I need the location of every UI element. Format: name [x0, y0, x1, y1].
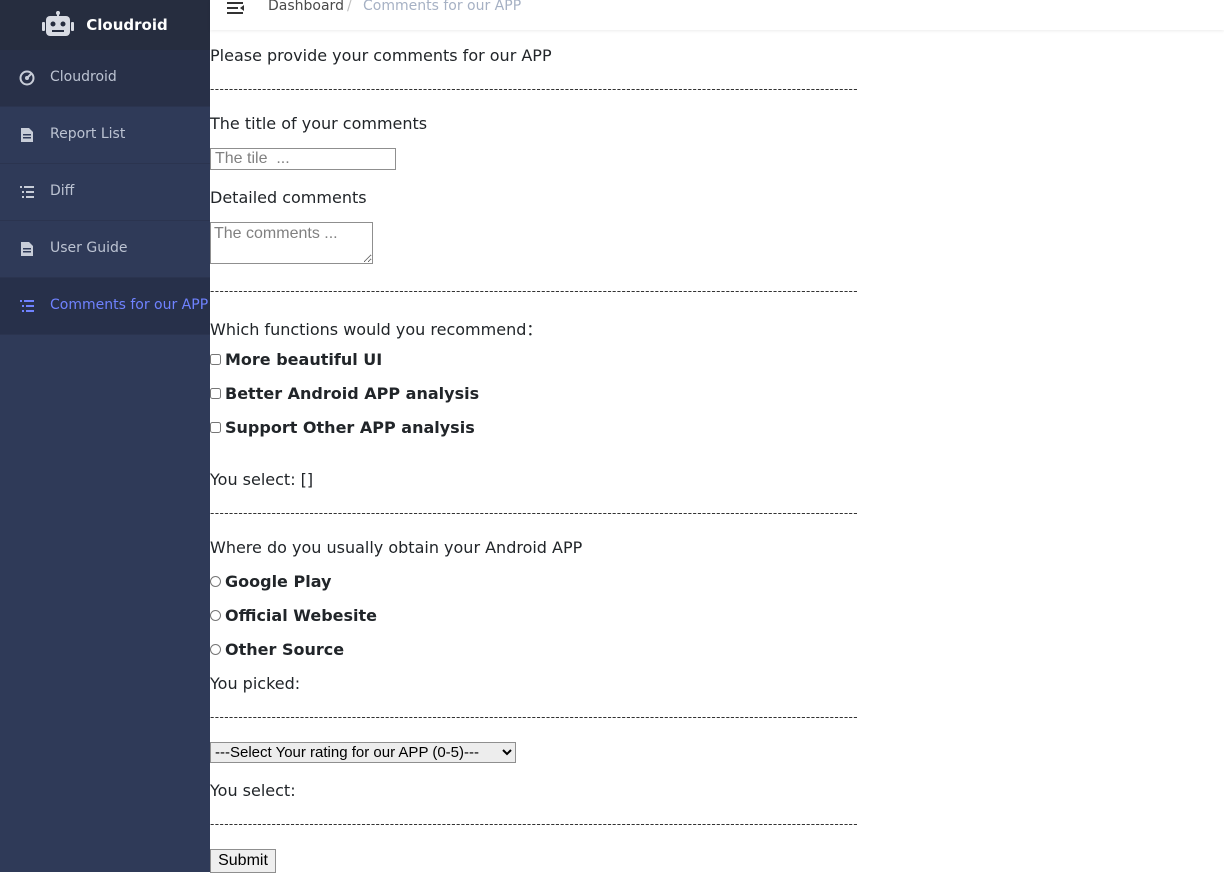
document-icon [21, 242, 33, 256]
function-option-ui[interactable]: More beautiful UI [210, 350, 382, 369]
source-option-other[interactable]: Other Source [210, 640, 344, 659]
sidebar-item-label: Report List [50, 126, 126, 142]
list-icon [20, 186, 34, 198]
sidebar-item-report-list[interactable]: Report List [0, 107, 210, 164]
divider: ----------------------------------------… [210, 710, 859, 724]
sidebar-item-label: User Guide [50, 240, 128, 256]
divider: ----------------------------------------… [210, 817, 859, 831]
dashboard-icon [19, 70, 35, 86]
function-checkbox[interactable] [210, 354, 221, 365]
rating-result: You select: [210, 781, 296, 800]
sidebar: Cloudroid Cloudroid Report List Diff Use… [0, 0, 210, 872]
function-checkbox[interactable] [210, 388, 221, 399]
source-radio[interactable] [210, 610, 221, 621]
source-result: You picked: [210, 674, 301, 693]
source-option-label: Google Play [225, 572, 332, 591]
divider: ----------------------------------------… [210, 82, 859, 96]
source-option-google-play[interactable]: Google Play [210, 572, 331, 591]
rating-select[interactable]: ---Select Your rating for our APP (0-5)-… [210, 742, 516, 763]
document-icon [21, 128, 33, 142]
comments-form: Please provide your comments for our APP… [210, 0, 1210, 873]
sidebar-item-label: Cloudroid [50, 69, 117, 85]
brand-name: Cloudroid [86, 16, 168, 34]
functions-question: Which functions would you recommend： [210, 320, 543, 339]
comments-textarea[interactable] [210, 222, 373, 264]
source-option-label: Official Webesite [225, 606, 378, 625]
source-option-official-website[interactable]: Official Webesite [210, 606, 377, 625]
sidebar-item-diff[interactable]: Diff [0, 164, 210, 221]
source-radio[interactable] [210, 576, 221, 587]
function-option-other[interactable]: Support Other APP analysis [210, 418, 475, 437]
source-option-label: Other Source [225, 640, 345, 659]
divider: ----------------------------------------… [210, 506, 859, 520]
function-option-label: Better Android APP analysis [225, 384, 480, 403]
robot-icon [42, 11, 75, 36]
detail-label: Detailed comments [210, 188, 367, 207]
sidebar-item-user-guide[interactable]: User Guide [0, 221, 210, 278]
form-intro: Please provide your comments for our APP [210, 46, 552, 65]
brand[interactable]: Cloudroid [0, 0, 210, 50]
list-icon [20, 300, 34, 312]
source-question: Where do you usually obtain your Android… [210, 538, 583, 557]
function-option-android[interactable]: Better Android APP analysis [210, 384, 479, 403]
function-option-label: Support Other APP analysis [225, 418, 475, 437]
sidebar-item-cloudroid[interactable]: Cloudroid [0, 50, 210, 107]
submit-button[interactable]: Submit [210, 849, 276, 873]
sidebar-item-label: Diff [50, 183, 75, 199]
divider: ----------------------------------------… [210, 284, 859, 298]
title-input[interactable] [210, 148, 396, 170]
function-option-label: More beautiful UI [225, 350, 383, 369]
title-label: The title of your comments [210, 114, 428, 133]
source-radio[interactable] [210, 644, 221, 655]
sidebar-item-comments[interactable]: Comments for our APP [0, 278, 210, 335]
sidebar-item-label: Comments for our APP [50, 297, 209, 313]
function-checkbox[interactable] [210, 422, 221, 433]
functions-result: You select: [] [210, 470, 314, 489]
